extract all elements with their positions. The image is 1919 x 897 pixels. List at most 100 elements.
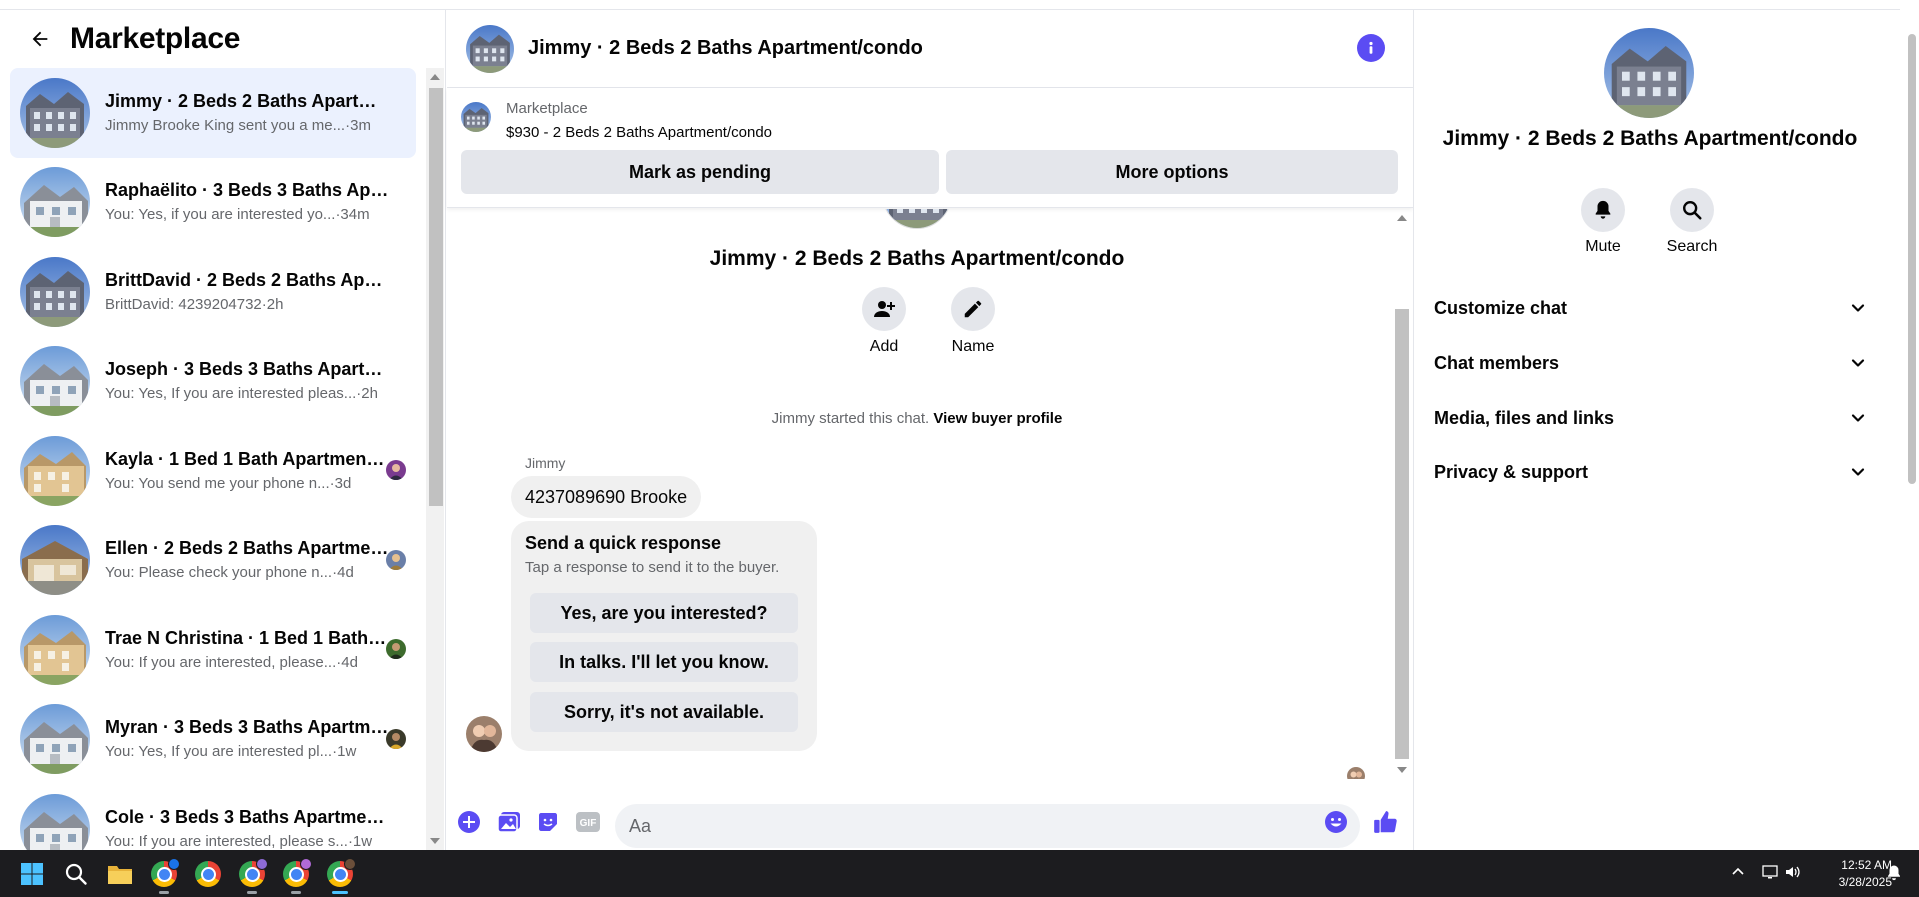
quick-response-button[interactable]: In talks. I'll let you know. [530,642,798,682]
notifications-button[interactable] [1885,864,1903,887]
conversation-time: ·34m [335,206,370,224]
chrome-profile-3-button[interactable] [236,858,268,894]
scroll-down-arrow-icon[interactable] [430,838,440,844]
start-button[interactable] [16,858,48,890]
conversation-item[interactable]: Jimmy · 2 Beds 2 Baths Apartment/condo J… [10,68,416,158]
taskbar-search-button[interactable] [60,858,92,890]
chrome-profile-5-button[interactable] [324,858,356,894]
chat-info-avatar[interactable] [1604,28,1694,118]
svg-text:GIF: GIF [580,818,597,829]
search-button[interactable] [1670,188,1714,232]
like-button[interactable] [1371,808,1399,836]
name-chat-button[interactable] [951,287,995,331]
chrome-icon [151,858,180,887]
conversation-name: Joseph · 3 Beds 3 Baths Apartment/condo [105,359,390,380]
scroll-up-arrow-icon[interactable] [1397,215,1407,221]
chrome-profile-1-button[interactable] [148,858,180,894]
chevron-down-icon [1851,468,1865,476]
listing-thumbnail [20,346,90,416]
more-options-button[interactable]: More options [946,150,1398,194]
conversation-item[interactable]: Trae N Christina · 1 Bed 1 Bath Apartmen… [10,605,416,695]
gif-button[interactable]: GIF [574,808,602,836]
page-scrollbar[interactable] [1905,10,1919,850]
emoji-button[interactable] [1322,808,1350,836]
chrome-icon [195,861,221,887]
media-files-links-section[interactable]: Media, files and links [1424,394,1876,442]
section-label: Customize chat [1434,297,1568,318]
pencil-icon [964,300,982,318]
search-icon [65,863,87,885]
sender-avatar[interactable] [466,716,502,752]
conversation-item[interactable]: Cole · 3 Beds 3 Baths Apartment/condo Yo… [10,784,416,850]
info-button[interactable] [1357,34,1385,62]
photo-icon [497,812,520,833]
sidebar-scrollbar[interactable] [426,68,444,850]
sidebar-header: Marketplace [0,10,446,68]
message-input[interactable] [615,804,1360,848]
chevron-down-icon [1851,414,1865,422]
speaker-icon [1786,866,1800,878]
show-hidden-icons-button[interactable] [1730,864,1746,885]
add-person-button[interactable] [862,287,906,331]
add-people-action[interactable]: Add [849,287,919,356]
scroll-down-arrow-icon[interactable] [1397,767,1407,773]
conversation-item[interactable]: Myran · 3 Beds 3 Baths Apartment/condo Y… [10,695,416,785]
conversation-name: Jimmy · 2 Beds 2 Baths Apartment/condo [105,90,390,111]
listing-price[interactable]: $930 - 2 Beds 2 Baths Apartment/condo [506,124,772,141]
conversation-time: ·2h [261,295,284,313]
search-action[interactable]: Search [1652,188,1732,256]
chat-info-panel: Jimmy · 2 Beds 2 Baths Apartment/condo M… [1413,10,1900,850]
quick-response-button[interactable]: Sorry, it's not available. [530,692,798,732]
chrome-icon [239,858,268,887]
conversation-item[interactable]: BrittDavid · 2 Beds 2 Baths Apartment/co… [10,247,416,337]
folder-icon [108,866,132,884]
chrome-profile-2-button[interactable] [192,858,224,890]
privacy-support-section[interactable]: Privacy & support [1424,448,1876,496]
plus-circle-icon [458,811,480,833]
chrome-profile-4-button[interactable] [280,858,312,894]
section-label: Privacy & support [1434,461,1589,482]
listing-thumbnail[interactable] [461,102,491,132]
name-chat-action[interactable]: Name [938,287,1008,356]
conversation-time: ·1w [347,832,373,850]
bell-icon [1595,200,1611,219]
conversation-item[interactable]: Raphaëlito · 3 Beds 3 Baths Apartment/co… [10,158,416,248]
conversation-time: ·4d [336,653,358,671]
more-actions-button[interactable] [455,808,483,836]
quick-response-button[interactable]: Yes, are you interested? [530,593,798,633]
message-sender-name: Jimmy [525,455,566,471]
mark-as-pending-button[interactable]: Mark as pending [461,150,939,194]
conversation-preview: You: Yes, If you are interested pleas... [105,385,357,403]
scrollbar-thumb[interactable] [429,88,443,506]
emoji-icon [1325,811,1347,833]
mute-button[interactable] [1581,188,1625,232]
attach-photo-button[interactable] [495,808,523,836]
conversation-item[interactable]: Joseph · 3 Beds 3 Baths Apartment/condo … [10,337,416,427]
scrollbar-thumb[interactable] [1908,34,1916,484]
chat-title[interactable]: Jimmy · 2 Beds 2 Baths Apartment/condo [528,37,923,60]
view-buyer-profile-link[interactable]: View buyer profile [933,410,1062,427]
listing-thumbnail [20,436,90,506]
sticker-button[interactable] [534,808,562,836]
running-indicator [159,891,169,894]
conversation-item[interactable]: Kayla · 1 Bed 1 Bath Apartment/condo You… [10,426,416,516]
scrollbar-thumb[interactable] [1395,309,1409,759]
volume-button[interactable] [1784,864,1802,885]
buyer-avatar [386,460,406,480]
customize-chat-section[interactable]: Customize chat [1424,284,1876,332]
chevron-down-icon [1851,304,1865,312]
buyer-avatar [386,729,406,749]
conversation-item[interactable]: Ellen · 2 Beds 2 Baths Apartment/condo Y… [10,516,416,606]
scroll-up-arrow-icon[interactable] [430,74,440,80]
network-button[interactable] [1762,864,1780,885]
gif-icon: GIF [576,812,600,832]
file-explorer-button[interactable] [104,858,136,890]
back-button[interactable] [20,19,60,59]
system-clock[interactable]: 12:52 AM 3/28/2025 [1812,857,1892,891]
message-bubble[interactable]: 4237089690 Brooke [511,476,702,518]
mute-action[interactable]: Mute [1563,188,1643,256]
message-scrollbar[interactable] [1393,209,1409,779]
chat-avatar[interactable] [466,25,514,73]
chat-members-section[interactable]: Chat members [1424,339,1876,387]
profile-badge-icon [168,858,180,870]
